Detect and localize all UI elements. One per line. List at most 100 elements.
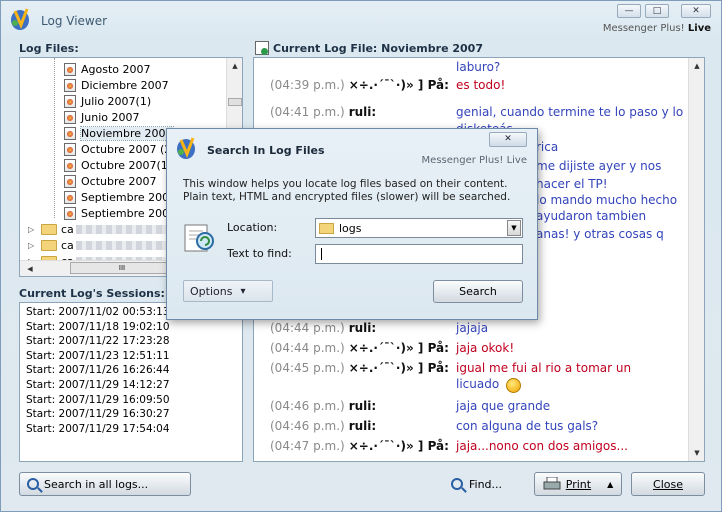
message-text: con alguna de tus gals? bbox=[456, 419, 599, 433]
folder-icon bbox=[41, 223, 57, 235]
log-message-row: licuado bbox=[270, 377, 690, 397]
search-all-icon bbox=[27, 478, 39, 490]
message-nick: ruli: bbox=[348, 399, 377, 413]
scroll-up-icon[interactable]: ▲ bbox=[227, 58, 242, 74]
log-file-label: Octubre 2007 (2) bbox=[81, 142, 176, 156]
message-nick: ruli: bbox=[348, 419, 377, 433]
message-text: jaja que grande bbox=[456, 399, 551, 413]
session-item[interactable]: Start: 2007/11/29 16:30:27 bbox=[26, 408, 236, 423]
minimize-button[interactable]: — bbox=[617, 4, 641, 18]
session-item[interactable]: Start: 2007/11/23 12:51:11 bbox=[26, 350, 236, 365]
message-nick: ruli: bbox=[348, 105, 377, 119]
window-title: Log Viewer bbox=[41, 14, 108, 28]
log-message-row: (04:44 p.m.) ×÷.·´¯`·)» ] På: jaja okok! bbox=[270, 341, 690, 361]
dialog-logo-icon bbox=[177, 137, 195, 159]
dialog-search-label: Search bbox=[459, 285, 497, 298]
log-file-item[interactable]: Julio 2007(1) bbox=[64, 93, 151, 109]
folder-label: ca bbox=[61, 222, 74, 236]
log-scroll-down-icon[interactable]: ▼ bbox=[689, 445, 704, 461]
log-file-item[interactable]: Diciembre 2007 bbox=[64, 77, 169, 93]
message-time: (04:44 p.m.) bbox=[270, 341, 345, 355]
emoticon-icon bbox=[506, 378, 521, 393]
log-message-row: (04:47 p.m.) ×÷.·´¯`·)» ] På: jaja...nono … bbox=[270, 439, 690, 459]
message-text: laburo? bbox=[456, 60, 501, 74]
close-label: Close bbox=[653, 477, 683, 491]
sessions-label: Current Log's Sessions: bbox=[19, 287, 165, 300]
session-item[interactable]: Start: 2007/11/29 14:12:27 bbox=[26, 379, 236, 394]
print-button[interactable]: Print ▲ bbox=[534, 472, 622, 496]
printer-icon bbox=[543, 477, 561, 490]
log-message-row: (04:46 p.m.) ruli: con alguna de tus gals? bbox=[270, 419, 690, 439]
log-vertical-scrollbar[interactable]: ▲ ▼ bbox=[688, 58, 704, 461]
log-file-item[interactable]: Agosto 2007 bbox=[64, 61, 151, 77]
message-time: (04:46 p.m.) bbox=[270, 419, 345, 433]
contact-folder[interactable]: ▷ ca bbox=[28, 237, 186, 253]
text-caret bbox=[321, 248, 322, 260]
dialog-close-button[interactable]: ✕ bbox=[489, 132, 527, 147]
find-icon bbox=[451, 478, 463, 490]
message-text: anas! y otras cosas q bbox=[536, 227, 664, 241]
find-button[interactable]: Find... bbox=[451, 472, 502, 496]
log-file-icon bbox=[64, 110, 76, 124]
log-message-row: (04:46 p.m.) ruli: jaja que grande bbox=[270, 399, 690, 419]
message-text: licuado bbox=[456, 377, 500, 391]
message-text: ayudaron tambien bbox=[536, 209, 647, 223]
session-item[interactable]: Start: 2007/11/29 16:09:50 bbox=[26, 394, 236, 409]
message-text: rica bbox=[536, 140, 559, 154]
message-nick: ×÷.·´¯`·)» ] På: bbox=[348, 341, 449, 355]
message-text: hacer el TP! bbox=[536, 177, 608, 191]
log-file-icon bbox=[255, 41, 269, 55]
log-message-row: (04:44 p.m.) ruli: jajaja bbox=[270, 321, 690, 341]
session-item[interactable]: Start: 2007/11/26 16:26:44 bbox=[26, 364, 236, 379]
log-file-icon bbox=[64, 62, 76, 76]
message-time: (04:46 p.m.) bbox=[270, 399, 345, 413]
message-text: jaja...nono con dos amigos... bbox=[456, 439, 628, 453]
close-window-button[interactable]: ✕ bbox=[681, 4, 711, 18]
log-file-item[interactable]: Septiembre 2007( bbox=[64, 189, 180, 205]
session-item[interactable]: Start: 2007/11/22 17:23:28 bbox=[26, 335, 236, 350]
scroll-thumb[interactable] bbox=[228, 98, 242, 106]
h-scroll-thumb[interactable]: III bbox=[70, 262, 174, 274]
dialog-brand: Messenger Plus! Live bbox=[421, 155, 527, 166]
location-select[interactable]: logs ▼ bbox=[315, 218, 523, 238]
search-all-logs-button[interactable]: Search in all logs... bbox=[19, 472, 191, 496]
session-item[interactable]: Start: 2007/11/18 19:02:10 bbox=[26, 321, 236, 336]
maximize-button[interactable]: □ bbox=[645, 4, 669, 18]
contact-folder[interactable]: ▷ ca bbox=[28, 221, 186, 237]
find-label: Find... bbox=[469, 477, 503, 491]
log-message-row: (04:39 p.m.) ×÷.·´¯`·)» ] På: es todo! bbox=[270, 78, 690, 98]
scroll-left-icon[interactable]: ◀ bbox=[22, 261, 38, 276]
log-file-item[interactable]: Octubre 2007 (2) bbox=[64, 141, 176, 157]
location-label: Location: bbox=[227, 221, 278, 234]
session-item[interactable]: Start: 2007/11/29 17:54:04 bbox=[26, 423, 236, 438]
expand-icon[interactable]: ▷ bbox=[28, 225, 37, 234]
message-time: (04:41 p.m.) bbox=[270, 105, 345, 119]
sessions-list[interactable]: Start: 2007/11/02 00:53:13 Start: 2007/11… bbox=[19, 302, 243, 462]
log-file-item[interactable]: Junio 2007 bbox=[64, 109, 139, 125]
brand-label: Messenger Plus! Live bbox=[602, 23, 711, 34]
dialog-search-button[interactable]: Search bbox=[433, 280, 523, 303]
folder-label: ca bbox=[61, 238, 74, 252]
expand-icon[interactable]: ▷ bbox=[28, 241, 37, 250]
log-file-item[interactable]: Octubre 2007 bbox=[64, 173, 157, 189]
dialog-title: Search In Log Files bbox=[207, 144, 325, 157]
location-dropdown-icon[interactable]: ▼ bbox=[507, 220, 521, 236]
log-file-label: Septiembre 2007 bbox=[81, 206, 177, 220]
log-file-item[interactable]: Septiembre 2007 bbox=[64, 205, 176, 221]
log-file-item[interactable]: Octubre 2007(1) bbox=[64, 157, 172, 173]
current-log-label: Current Log File: Noviembre 2007 bbox=[273, 42, 483, 55]
text-to-find-input[interactable] bbox=[315, 244, 523, 264]
log-file-icon bbox=[64, 94, 76, 108]
print-dropdown-icon[interactable]: ▲ bbox=[607, 480, 613, 489]
log-scroll-up-icon[interactable]: ▲ bbox=[689, 58, 704, 74]
close-button[interactable]: Close bbox=[631, 472, 705, 496]
log-file-item[interactable]: Noviembre 2007 bbox=[64, 125, 174, 141]
message-text: jaja okok! bbox=[456, 341, 515, 355]
log-message-row: laburo? bbox=[270, 60, 690, 80]
options-button[interactable]: Options ▾ bbox=[183, 280, 273, 302]
message-time: (04:45 p.m.) bbox=[270, 361, 345, 375]
log-file-label: Julio 2007(1) bbox=[81, 94, 152, 108]
message-nick: ×÷.·´¯`·)» ] På: bbox=[348, 439, 449, 453]
search-files-icon bbox=[184, 224, 214, 252]
message-text: genial, cuando termine te lo paso y lo bbox=[456, 105, 684, 119]
